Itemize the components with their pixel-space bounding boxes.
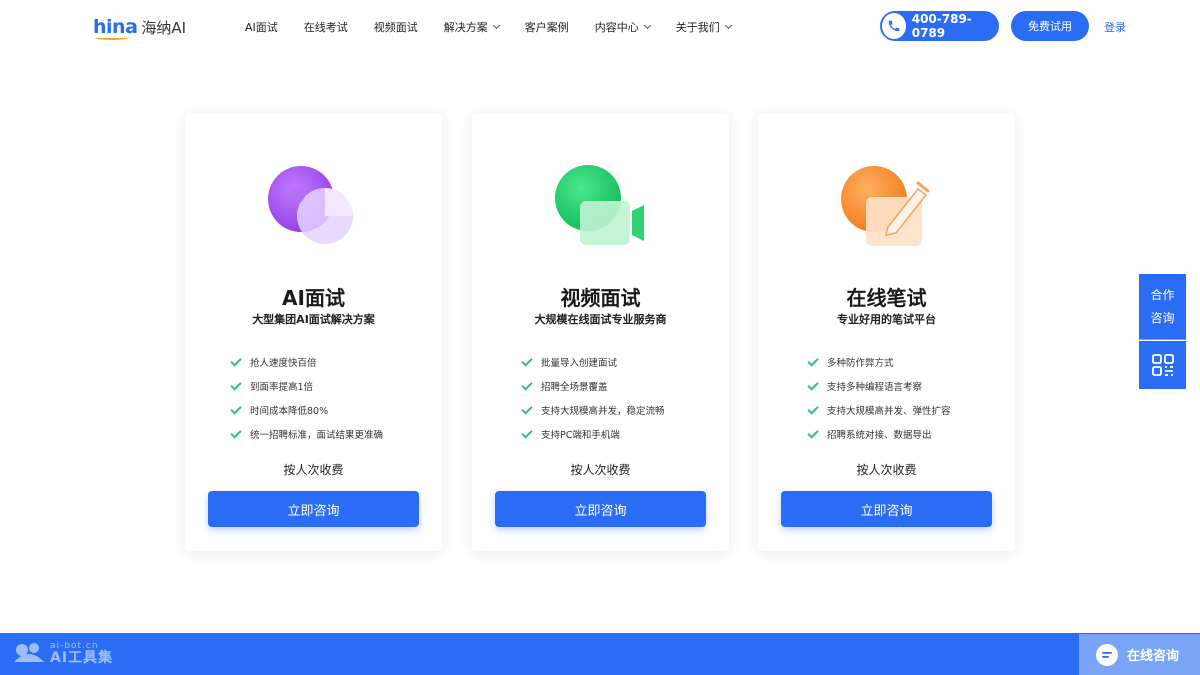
phone-icon bbox=[882, 13, 906, 39]
check-icon bbox=[521, 354, 533, 367]
video-camera-icon bbox=[550, 161, 650, 251]
main-nav: AI面试 在线考试 视频面试 解决方案 客户案例 内容中心 关于我们 bbox=[245, 19, 757, 35]
nav-item-about[interactable]: 关于我们 bbox=[676, 19, 732, 35]
feature-item: 支持多种编程语言考察 bbox=[807, 374, 951, 398]
phone-number: 400-789-0789 bbox=[911, 12, 972, 40]
feature-item: 多种防作弊方式 bbox=[807, 350, 951, 374]
product-card-online-exam: 在线笔试 专业好用的笔试平台 多种防作弊方式 支持多种编程语言考察 支持大规模高… bbox=[758, 113, 1015, 551]
product-card-video-interview: 视频面试 大规模在线面试专业服务商 批量导入创建面试 招聘全场景覆盖 支持大规模… bbox=[472, 113, 729, 551]
nav-item-online-exam[interactable]: 在线考试 bbox=[304, 19, 348, 35]
card-title: 视频面试 bbox=[560, 286, 641, 310]
feature-list: 抢人速度快百倍 到面率提高1倍 时间成本降低80% 统一招聘标准，面试结果更准确 bbox=[230, 350, 383, 446]
check-icon bbox=[521, 378, 533, 391]
check-icon bbox=[230, 378, 242, 391]
side-qrcode-button[interactable] bbox=[1139, 341, 1186, 389]
check-icon bbox=[807, 378, 819, 391]
feature-item: 统一招聘标准，面试结果更准确 bbox=[230, 422, 383, 446]
logo[interactable]: hina 海纳AI bbox=[93, 14, 186, 40]
logo-mark: hina bbox=[93, 16, 138, 40]
feature-item: 支持大规模高并发，稳定流畅 bbox=[521, 398, 665, 422]
feature-item: 招聘全场景覆盖 bbox=[521, 374, 665, 398]
consult-button[interactable]: 立即咨询 bbox=[495, 491, 706, 527]
check-icon bbox=[230, 426, 242, 439]
bottom-banner bbox=[0, 633, 1200, 675]
chat-bubble-icon bbox=[1096, 643, 1118, 666]
side-coop-line1: 合作 bbox=[1150, 288, 1175, 302]
chevron-down-icon bbox=[643, 21, 651, 30]
chevron-down-icon bbox=[492, 21, 500, 30]
feature-item: 招聘系统对接、数据导出 bbox=[807, 422, 951, 446]
side-cooperation-button[interactable]: 合作 咨询 bbox=[1139, 274, 1186, 340]
qrcode-icon bbox=[1151, 354, 1174, 376]
card-subtitle: 专业好用的笔试平台 bbox=[837, 313, 936, 326]
feature-item: 到面率提高1倍 bbox=[230, 374, 383, 398]
consult-button[interactable]: 立即咨询 bbox=[781, 491, 992, 527]
online-chat-label: 在线咨询 bbox=[1127, 649, 1180, 664]
ai-interview-icon bbox=[263, 161, 363, 251]
feature-item: 支持PC端和手机端 bbox=[521, 422, 665, 446]
nav-item-ai-interview[interactable]: AI面试 bbox=[245, 19, 278, 35]
top-header: hina 海纳AI AI面试 在线考试 视频面试 解决方案 客户案例 内容中心 … bbox=[0, 0, 1200, 52]
card-subtitle: 大型集团AI面试解决方案 bbox=[252, 313, 375, 326]
card-title: 在线笔试 bbox=[846, 286, 927, 310]
feature-item: 批量导入创建面试 bbox=[521, 350, 665, 374]
pricing-text: 按人次收费 bbox=[283, 463, 344, 477]
product-card-ai-interview: AI面试 大型集团AI面试解决方案 抢人速度快百倍 到面率提高1倍 时间成本降低… bbox=[185, 113, 442, 551]
pricing-text: 按人次收费 bbox=[856, 463, 917, 477]
check-icon bbox=[521, 426, 533, 439]
check-icon bbox=[230, 354, 242, 367]
feature-item: 时间成本降低80% bbox=[230, 398, 383, 422]
pricing-text: 按人次收费 bbox=[570, 463, 631, 477]
watermark: ai-bot.cn AI工具集 bbox=[12, 640, 114, 666]
check-icon bbox=[521, 402, 533, 415]
online-chat-button[interactable]: 在线咨询 bbox=[1079, 634, 1200, 675]
feature-list: 多种防作弊方式 支持多种编程语言考察 支持大规模高并发、弹性扩容 招聘系统对接、… bbox=[807, 350, 951, 446]
feature-list: 批量导入创建面试 招聘全场景覆盖 支持大规模高并发，稳定流畅 支持PC端和手机端 bbox=[521, 350, 665, 446]
feature-item: 支持大规模高并发、弹性扩容 bbox=[807, 398, 951, 422]
nav-item-content-center[interactable]: 内容中心 bbox=[595, 19, 651, 35]
nav-item-solutions[interactable]: 解决方案 bbox=[444, 19, 500, 35]
card-title: AI面试 bbox=[282, 286, 345, 310]
nav-item-cases[interactable]: 客户案例 bbox=[525, 19, 569, 35]
pen-exam-icon bbox=[836, 161, 936, 251]
check-icon bbox=[807, 354, 819, 367]
phone-button[interactable]: 400-789-0789 bbox=[880, 11, 999, 41]
check-icon bbox=[230, 402, 242, 415]
free-trial-button[interactable]: 免费试用 bbox=[1011, 11, 1089, 41]
logo-text: 海纳AI bbox=[141, 18, 187, 37]
chevron-down-icon bbox=[724, 21, 732, 30]
side-coop-line2: 咨询 bbox=[1150, 311, 1175, 325]
card-subtitle: 大规模在线面试专业服务商 bbox=[534, 313, 667, 326]
consult-button[interactable]: 立即咨询 bbox=[208, 491, 419, 527]
feature-item: 抢人速度快百倍 bbox=[230, 350, 383, 374]
watermark-logo-icon bbox=[14, 643, 44, 662]
check-icon bbox=[807, 426, 819, 439]
check-icon bbox=[807, 402, 819, 415]
page: hina 海纳AI AI面试 在线考试 视频面试 解决方案 客户案例 内容中心 … bbox=[0, 0, 1200, 675]
login-link[interactable]: 登录 bbox=[1104, 19, 1126, 35]
nav-item-video-interview[interactable]: 视频面试 bbox=[374, 19, 418, 35]
watermark-title: AI工具集 bbox=[50, 650, 114, 666]
